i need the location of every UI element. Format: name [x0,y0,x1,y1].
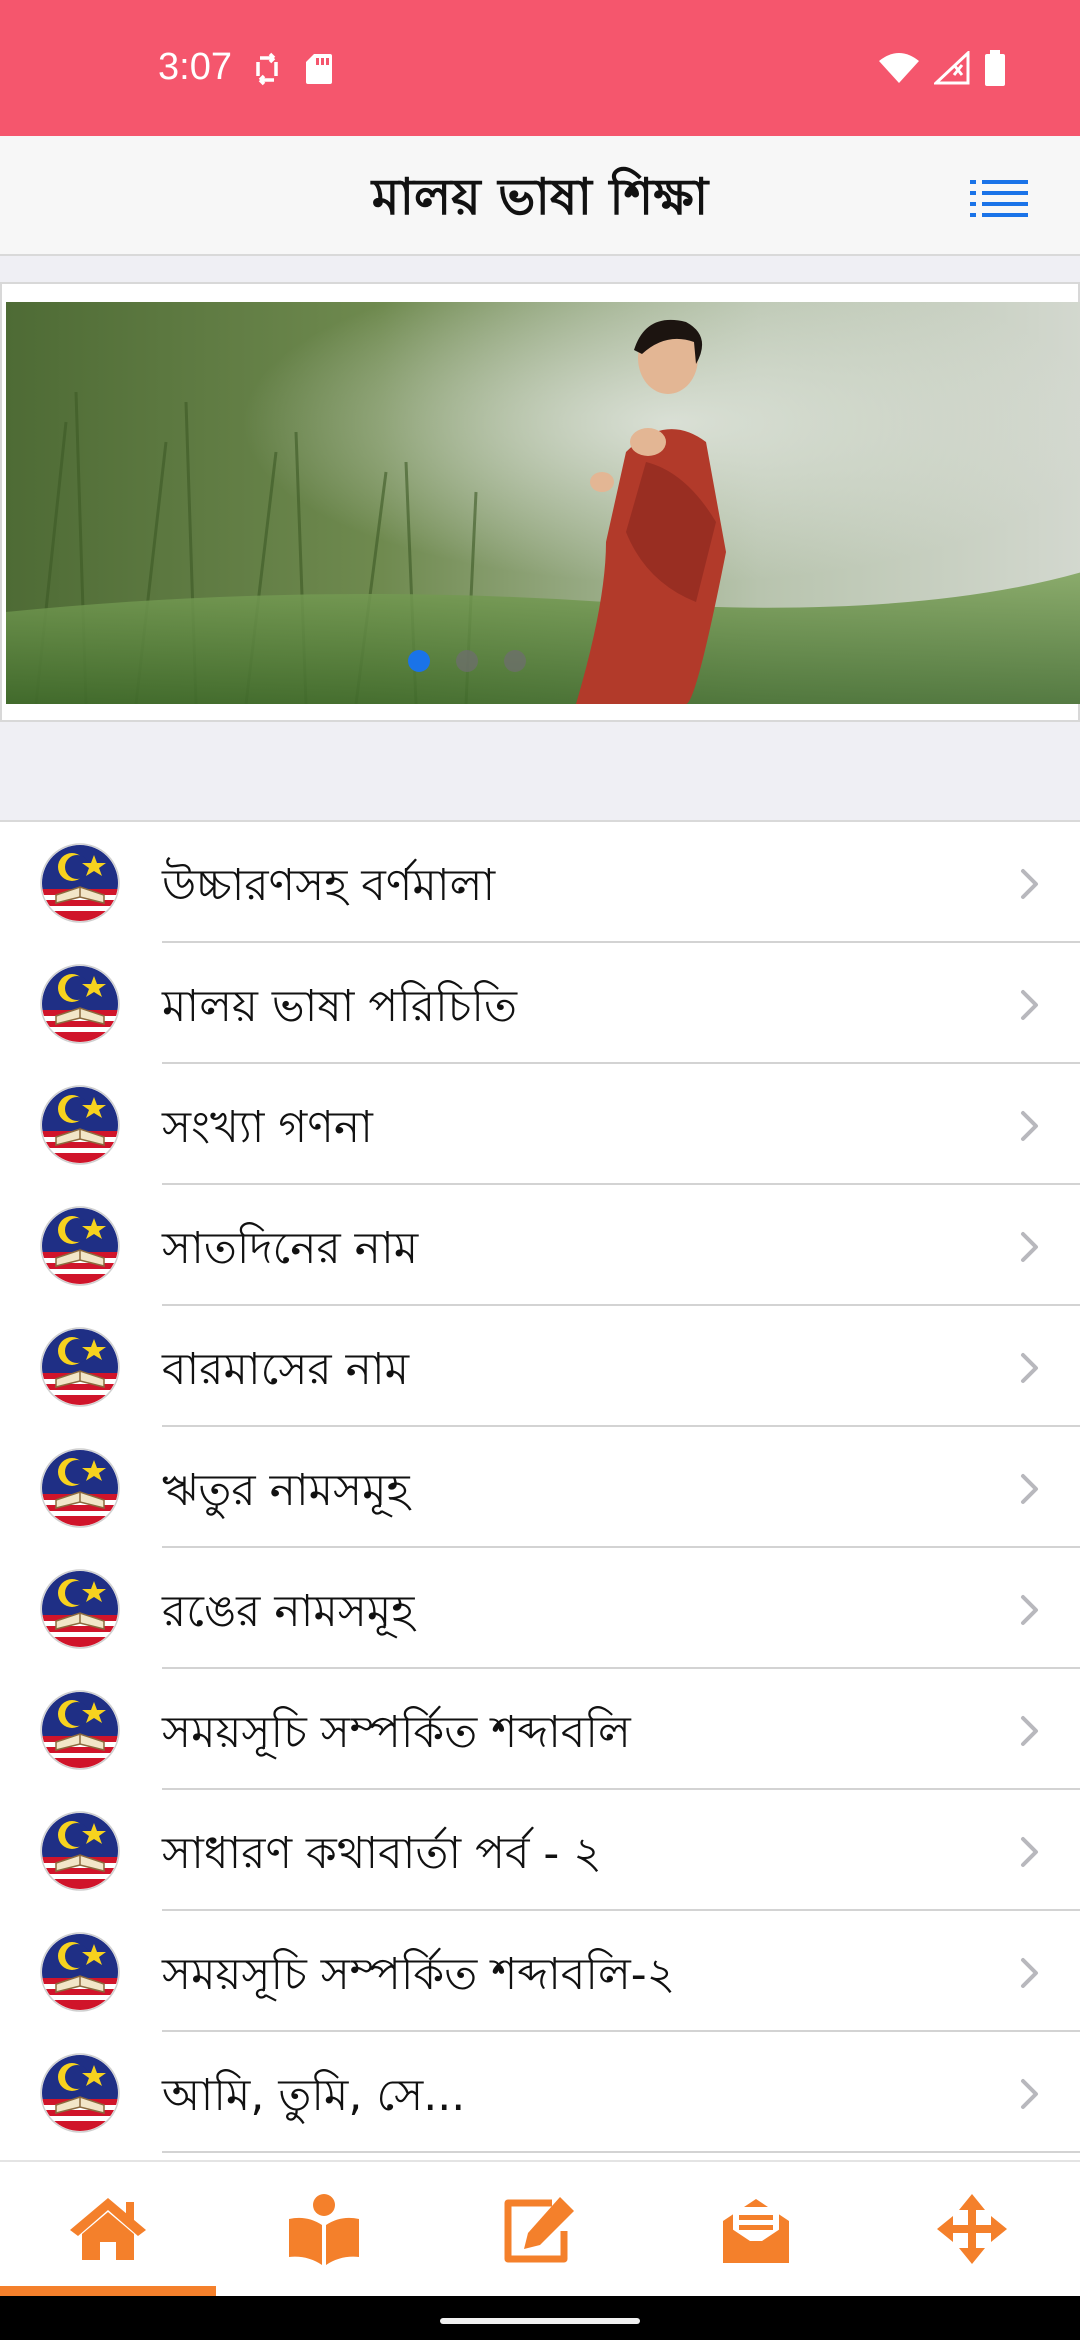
list-item-label: সংখ্যা গণনা [162,1102,373,1153]
tab-home[interactable] [0,2162,216,2296]
list-item[interactable]: ঋতুর নামসমূহ [0,1427,1080,1548]
list-item[interactable]: সাধারণ কথাবার্তা পর্ব - ২ [0,1790,1080,1911]
chevron-right-icon [1020,1352,1040,1384]
list-item-label: সময়সূচি সম্পর্কিত শব্দাবলি-২ [162,1949,676,2000]
list-item-label: উচ্চারণসহ বর্ণমালা [162,860,496,911]
chevron-right-icon [1020,1715,1040,1747]
chevron-right-icon [1020,2078,1040,2110]
home-icon [70,2198,146,2260]
chevron-right-icon [1020,1110,1040,1142]
tab-notes[interactable] [432,2162,648,2296]
carousel-dot-3[interactable] [504,650,526,672]
malaysia-flag-book-icon [40,1327,120,1407]
home-indicator[interactable] [440,2318,640,2324]
tab-messages[interactable] [648,2162,864,2296]
list-item-label: সময়সূচি সম্পর্কিত শব্দাবলি [162,1707,631,1758]
list-item[interactable]: সময়সূচি সম্পর্কিত শব্দাবলি-২ [0,1911,1080,2032]
divider [162,2151,1080,2153]
cellular-signal-icon [934,51,970,85]
malaysia-flag-book-icon [40,1085,120,1165]
list-item[interactable]: রঙের নামসমূহ [0,1548,1080,1669]
chevron-right-icon [1020,1473,1040,1505]
malaysia-flag-book-icon [40,1448,120,1528]
malaysia-flag-book-icon [40,2053,120,2133]
chevron-right-icon [1020,868,1040,900]
lesson-list: উচ্চারণসহ বর্ণমালা মালয় ভাষা পরিচিতি সং… [0,820,1080,2160]
list-item[interactable]: সাতদিনের নাম [0,1185,1080,1306]
list-item[interactable]: বারমাসের নাম [0,1306,1080,1427]
banner-carousel[interactable] [0,282,1080,722]
malaysia-flag-book-icon [40,1932,120,2012]
page-title: মালয় ভাষা শিক্ষা [371,168,709,226]
malaysia-flag-book-icon [40,1206,120,1286]
list-item[interactable]: আমি, তুমি, সে... [0,2032,1080,2153]
list-item-label: বারমাসের নাম [162,1344,410,1395]
carousel-dots [408,650,526,672]
carousel-dot-1[interactable] [408,650,430,672]
malaysia-flag-book-icon [40,964,120,1044]
list-item[interactable]: উচ্চারণসহ বর্ণমালা [0,822,1080,943]
book-reader-icon [289,2194,359,2265]
tab-more[interactable] [864,2162,1080,2296]
list-item-label: সাতদিনের নাম [162,1223,419,1274]
status-bar: 3:07 [0,0,1080,136]
sync-icon [256,52,278,86]
envelope-open-text-icon [723,2199,789,2263]
list-item-label: আমি, তুমি, সে... [162,2070,466,2121]
malaysia-flag-book-icon [40,1811,120,1891]
list-item-label: সাধারণ কথাবার্তা পর্ব - ২ [162,1828,602,1879]
tab-lessons[interactable] [216,2162,432,2296]
carousel-dot-2[interactable] [456,650,478,672]
list-menu-icon [970,180,1028,217]
battery-icon [985,50,1005,86]
chevron-right-icon [1020,989,1040,1021]
bottom-tab-bar [0,2160,1080,2296]
menu-button[interactable] [970,172,1030,222]
list-item[interactable]: মালয় ভাষা পরিচিতি [0,943,1080,1064]
list-item-label: রঙের নামসমূহ [162,1586,415,1637]
malaysia-flag-book-icon [40,1690,120,1770]
chevron-right-icon [1020,1836,1040,1868]
system-nav-bar [0,2296,1080,2340]
list-item-label: মালয় ভাষা পরিচিতি [162,981,518,1032]
sd-card-icon [306,54,332,84]
chevron-right-icon [1020,1957,1040,1989]
app-header: মালয় ভাষা শিক্ষা [0,136,1080,256]
malaysia-flag-book-icon [40,1569,120,1649]
wifi-icon [879,53,919,83]
malaysia-flag-book-icon [40,843,120,923]
banner-image [6,302,1080,704]
list-item[interactable]: সময়সূচি সম্পর্কিত শব্দাবলি [0,1669,1080,1790]
status-time: 3:07 [158,46,232,88]
list-item-label: ঋতুর নামসমূহ [162,1465,410,1516]
chevron-right-icon [1020,1231,1040,1263]
chevron-right-icon [1020,1594,1040,1626]
move-arrows-icon [937,2194,1007,2264]
list-item[interactable]: সংখ্যা গণনা [0,1064,1080,1185]
edit-icon [504,2197,574,2263]
